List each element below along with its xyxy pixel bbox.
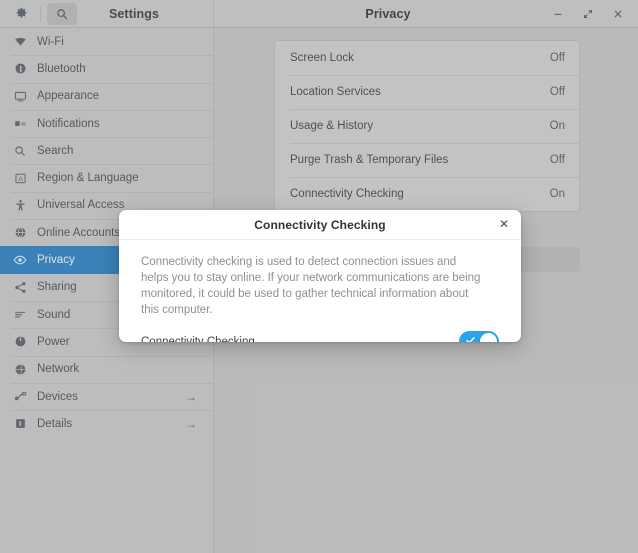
dialog-title: Connectivity Checking — [254, 217, 386, 232]
connectivity-checking-dialog: Connectivity Checking ✕ Connectivity che… — [119, 210, 521, 342]
settings-window: Settings Privacy Wi-Fi Bluetooth Appeara… — [0, 0, 638, 553]
dialog-description: Connectivity checking is used to detect … — [141, 256, 481, 316]
dialog-header: Connectivity Checking ✕ — [119, 210, 521, 240]
toggle-label: Connectivity Checking — [141, 335, 255, 343]
dialog-toggle-row: Connectivity Checking — [141, 331, 499, 342]
dialog-body: Connectivity checking is used to detect … — [119, 240, 521, 342]
close-icon[interactable]: ✕ — [495, 215, 513, 233]
toggle-knob — [480, 333, 497, 342]
check-icon — [466, 337, 475, 342]
connectivity-checking-toggle[interactable] — [459, 331, 499, 342]
